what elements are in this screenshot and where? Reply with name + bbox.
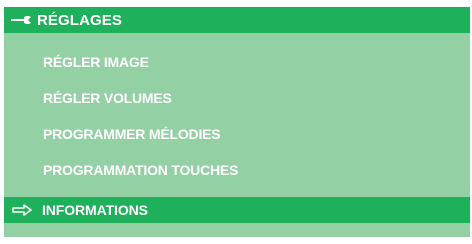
menu-item-programmation-touches[interactable]: PROGRAMMATION TOUCHES [4,159,470,181]
menu-item-regler-image[interactable]: RÉGLER IMAGE [4,51,470,73]
menu-item-label: RÉGLER IMAGE [43,54,149,70]
settings-menu: RÉGLAGES RÉGLER IMAGE RÉGLER VOLUMES PRO… [4,7,470,237]
menu-item-regler-volumes[interactable]: RÉGLER VOLUMES [4,87,470,109]
arrow-right-icon [12,203,38,217]
menu-item-informations[interactable]: INFORMATIONS [4,197,470,223]
menu-item-label: INFORMATIONS [42,202,148,218]
menu-item-label: RÉGLER VOLUMES [43,90,172,106]
menu-item-label: PROGRAMMATION TOUCHES [43,162,239,178]
menu-item-programmer-melodies[interactable]: PROGRAMMER MÉLODIES [4,123,470,145]
menu-title: RÉGLAGES [37,11,122,29]
wrench-icon [11,13,37,27]
menu-header: RÉGLAGES [4,7,470,33]
menu-item-label: PROGRAMMER MÉLODIES [43,126,221,142]
